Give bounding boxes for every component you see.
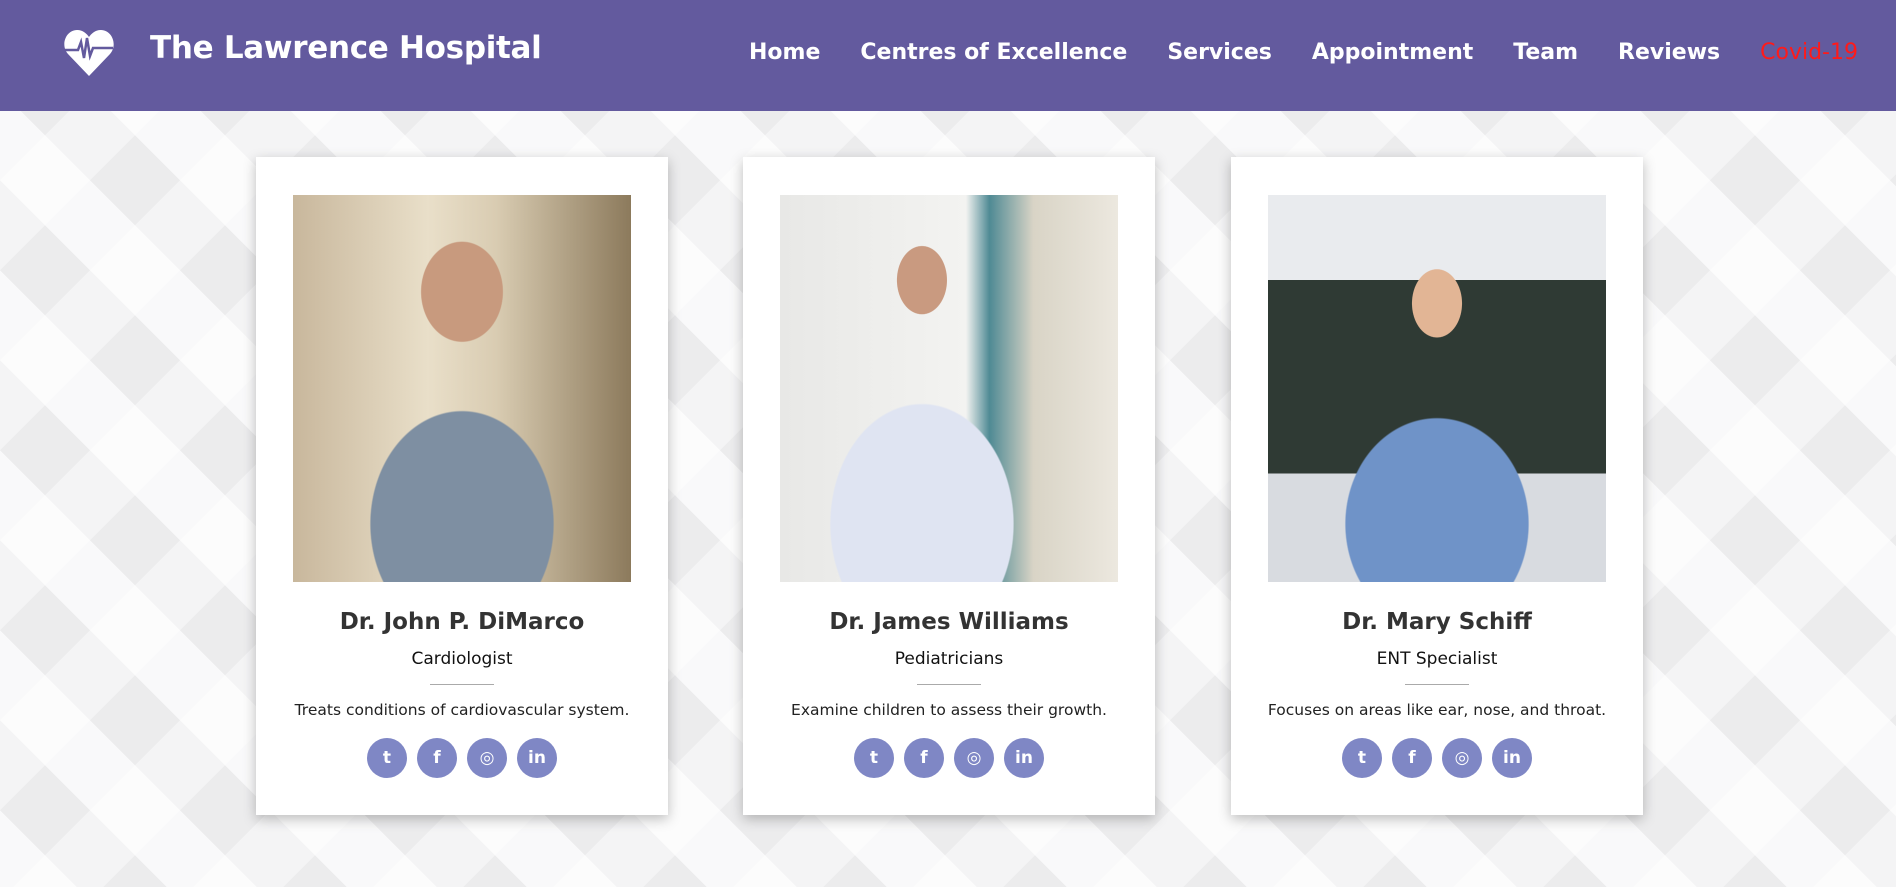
main-nav: Home Centres of Excellence Services Appo… bbox=[749, 40, 1858, 65]
linkedin-icon[interactable]: in bbox=[1004, 738, 1044, 778]
divider bbox=[1405, 684, 1469, 685]
nav-appointment[interactable]: Appointment bbox=[1312, 40, 1473, 65]
doctor-photo bbox=[293, 195, 631, 582]
instagram-icon[interactable]: ◎ bbox=[467, 738, 507, 778]
nav-team[interactable]: Team bbox=[1513, 40, 1578, 65]
linkedin-icon[interactable]: in bbox=[1492, 738, 1532, 778]
doctor-card: Dr. James Williams Pediatricians Examine… bbox=[743, 157, 1155, 815]
doctor-name: Dr. Mary Schiff bbox=[1342, 609, 1532, 635]
doctor-description: Examine children to assess their growth. bbox=[791, 701, 1107, 719]
divider bbox=[917, 684, 981, 685]
nav-reviews[interactable]: Reviews bbox=[1618, 40, 1720, 65]
social-links: t f ◎ in bbox=[743, 738, 1155, 778]
doctor-name: Dr. James Williams bbox=[829, 609, 1069, 635]
linkedin-icon[interactable]: in bbox=[517, 738, 557, 778]
social-links: t f ◎ in bbox=[256, 738, 668, 778]
instagram-icon[interactable]: ◎ bbox=[1442, 738, 1482, 778]
site-header: The Lawrence Hospital Home Centres of Ex… bbox=[0, 0, 1896, 111]
heart-pulse-logo-icon[interactable] bbox=[62, 26, 116, 80]
facebook-icon[interactable]: f bbox=[904, 738, 944, 778]
doctor-card: Dr. Mary Schiff ENT Specialist Focuses o… bbox=[1231, 157, 1643, 815]
nav-services[interactable]: Services bbox=[1167, 40, 1272, 65]
twitter-icon[interactable]: t bbox=[1342, 738, 1382, 778]
doctor-name: Dr. John P. DiMarco bbox=[339, 609, 585, 635]
nav-centres-of-excellence[interactable]: Centres of Excellence bbox=[860, 40, 1127, 65]
twitter-icon[interactable]: t bbox=[367, 738, 407, 778]
doctor-specialty: Cardiologist bbox=[411, 649, 513, 669]
divider bbox=[430, 684, 494, 685]
doctor-photo bbox=[1268, 195, 1606, 582]
doctor-description: Treats conditions of cardiovascular syst… bbox=[294, 701, 630, 719]
facebook-icon[interactable]: f bbox=[417, 738, 457, 778]
doctor-photo bbox=[780, 195, 1118, 582]
site-title[interactable]: The Lawrence Hospital bbox=[150, 30, 542, 66]
nav-home[interactable]: Home bbox=[749, 40, 820, 65]
twitter-icon[interactable]: t bbox=[854, 738, 894, 778]
nav-covid-19[interactable]: Covid-19 bbox=[1760, 40, 1858, 65]
doctor-specialty: Pediatricians bbox=[894, 649, 1004, 669]
social-links: t f ◎ in bbox=[1231, 738, 1643, 778]
facebook-icon[interactable]: f bbox=[1392, 738, 1432, 778]
doctor-specialty: ENT Specialist bbox=[1376, 649, 1498, 669]
doctor-card: Dr. John P. DiMarco Cardiologist Treats … bbox=[256, 157, 668, 815]
doctor-description: Focuses on areas like ear, nose, and thr… bbox=[1267, 701, 1607, 719]
instagram-icon[interactable]: ◎ bbox=[954, 738, 994, 778]
